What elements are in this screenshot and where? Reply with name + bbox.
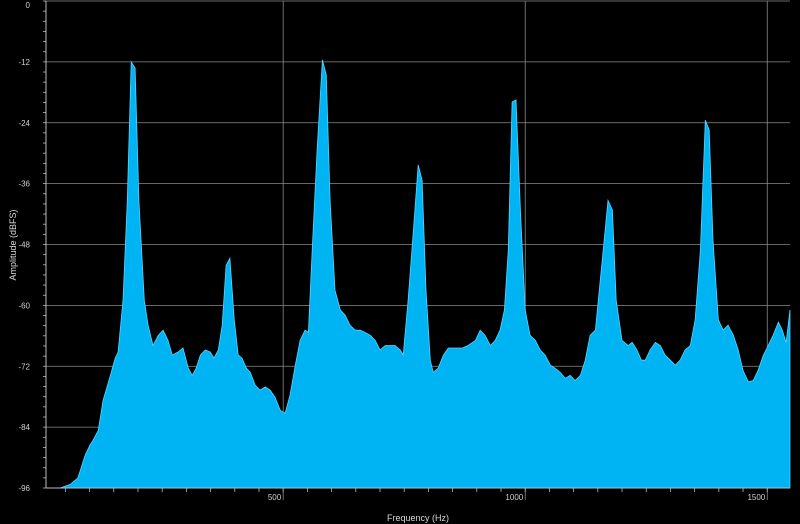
- y-tick-label: -36: [18, 180, 30, 189]
- spectrum-area: [46, 59, 791, 489]
- y-tick-label: -96: [18, 484, 30, 493]
- x-tick-label: 1000: [505, 493, 523, 502]
- y-tick-label: -60: [18, 301, 30, 310]
- y-tick-label: -84: [18, 423, 30, 432]
- y-tick-label: 0: [26, 1, 31, 10]
- x-tick-label: 500: [268, 493, 282, 502]
- x-tick-label: 1500: [747, 493, 765, 502]
- y-axis-label: Amplitude (dBFS): [8, 209, 18, 280]
- y-tick-label: -48: [18, 241, 30, 250]
- y-tick-label: -72: [18, 362, 30, 371]
- spectrum-area-group: [46, 59, 791, 489]
- x-axis-label: Frequency (Hz): [387, 513, 449, 523]
- y-tick-label: -12: [18, 58, 30, 67]
- y-tick-label: -24: [18, 119, 30, 128]
- spectrum-chart: 0 -12 -24 -36 -48 -60 -72 -84 -96 500 1000 1500 Fre…: [8, 0, 791, 523]
